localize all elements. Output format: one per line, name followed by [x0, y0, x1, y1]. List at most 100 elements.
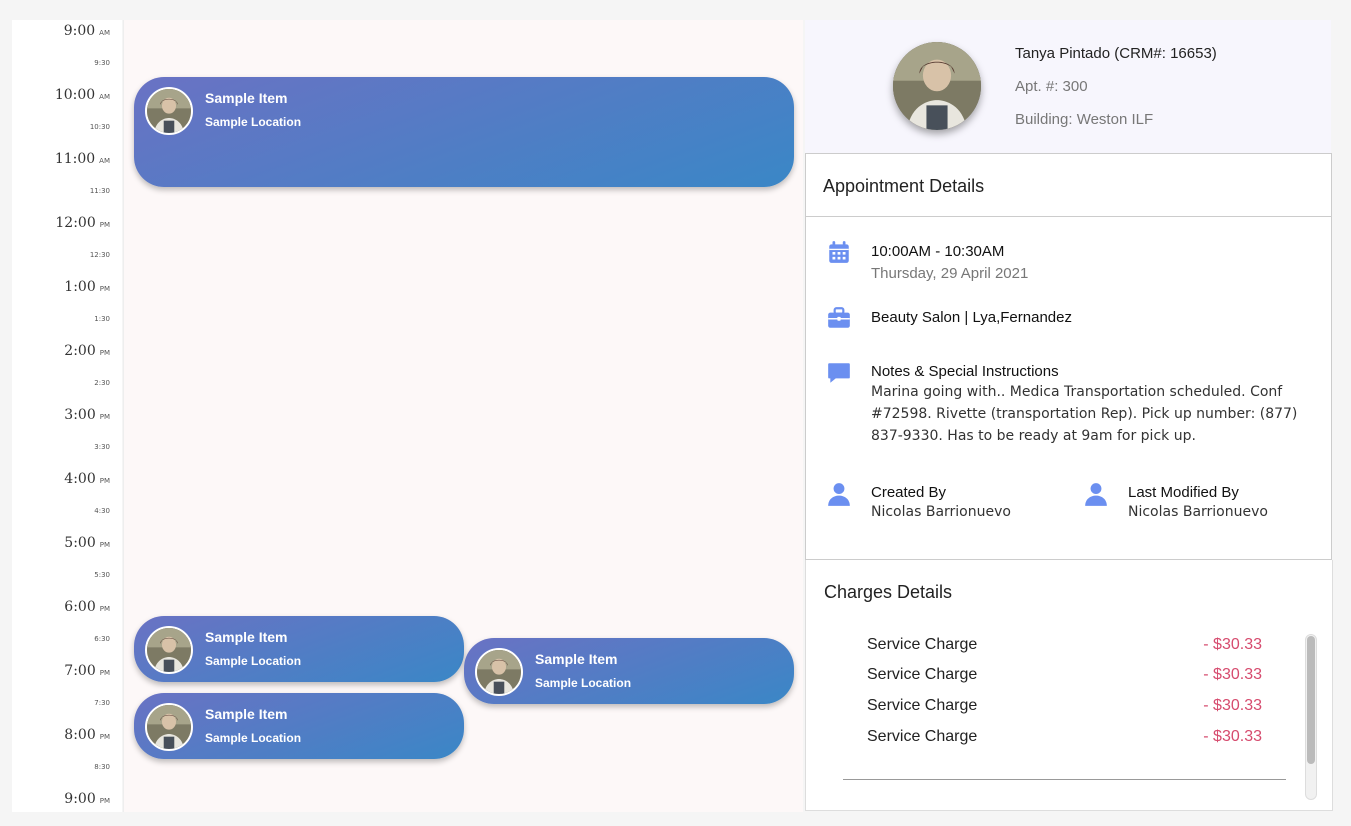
time-text: 9:00 — [64, 791, 96, 807]
time-text: 6:00 — [64, 599, 96, 615]
event-avatar — [145, 703, 193, 751]
event-location: Sample Location — [205, 115, 302, 129]
briefcase-icon — [826, 305, 852, 331]
time-text: 7:00 — [64, 663, 96, 679]
appointment-time: 10:00AM - 10:30AM — [871, 243, 1005, 260]
time-label-hour: 10:00 AM — [55, 87, 110, 103]
charge-label: Service Charge — [867, 666, 978, 683]
charge-amount: - $30.33 — [1203, 728, 1262, 745]
event-location: Sample Location — [205, 654, 302, 668]
time-label-hour: 2:00 PM — [64, 343, 110, 359]
scrollbar-thumb[interactable] — [1307, 636, 1315, 764]
time-label-half: 12:30 — [90, 251, 110, 259]
time-label-hour: 1:00 PM — [64, 279, 110, 295]
time-text: 5:30 — [94, 571, 110, 579]
time-text: 1:00 — [64, 279, 96, 295]
person-icon — [1083, 481, 1109, 507]
notes-label: Notes & Special Instructions — [871, 363, 1059, 380]
time-label-hour: 5:00 PM — [64, 535, 110, 551]
charge-amount: - $30.33 — [1203, 697, 1262, 714]
time-label-half: 7:30 — [94, 699, 110, 707]
time-meridiem: PM — [99, 797, 110, 805]
time-text: 8:30 — [94, 763, 110, 771]
calendar-event[interactable]: Sample Item Sample Location — [464, 638, 794, 704]
calendar-event[interactable]: Sample Item Sample Location — [134, 616, 464, 682]
appointment-date: Thursday, 29 April 2021 — [871, 265, 1029, 282]
created-by-name: Nicolas Barrionuevo — [871, 504, 1011, 520]
time-text: 4:30 — [94, 507, 110, 515]
event-avatar — [475, 648, 523, 696]
time-text: 4:00 — [64, 471, 96, 487]
time-text: 11:00 — [54, 151, 96, 167]
calendar-event[interactable]: Sample Item Sample Location — [134, 693, 464, 759]
time-meridiem: PM — [99, 541, 110, 549]
time-label-hour: 9:00 PM — [64, 791, 110, 807]
event-avatar — [145, 626, 193, 674]
charge-label: Service Charge — [867, 636, 978, 653]
charge-label: Service Charge — [867, 697, 978, 714]
event-title: Sample Item — [205, 629, 288, 645]
resident-name: Tanya Pintado (CRM#: 16653) — [1015, 45, 1217, 62]
charges-divider — [843, 779, 1286, 780]
time-meridiem: PM — [99, 349, 110, 357]
time-text: 9:30 — [94, 59, 110, 67]
charge-amount: - $30.33 — [1203, 636, 1262, 653]
time-meridiem: PM — [99, 733, 110, 741]
time-text: 8:00 — [64, 727, 96, 743]
charges-scrollbar[interactable] — [1305, 634, 1317, 800]
appointment-service: Beauty Salon | Lya,Fernandez — [871, 309, 1072, 326]
time-label-half: 4:30 — [94, 507, 110, 515]
time-meridiem: PM — [99, 285, 110, 293]
time-text: 10:30 — [89, 123, 110, 131]
person-icon — [826, 481, 852, 507]
time-meridiem: AM — [99, 157, 110, 165]
event-location: Sample Location — [535, 676, 632, 690]
time-meridiem: PM — [99, 221, 110, 229]
modified-by-label: Last Modified By — [1128, 484, 1239, 501]
time-label-half: 9:30 — [94, 59, 110, 67]
time-text: 6:30 — [94, 635, 110, 643]
event-location: Sample Location — [205, 731, 302, 745]
time-label-hour: 3:00 PM — [64, 407, 110, 423]
time-meridiem: AM — [99, 29, 110, 37]
time-column: 9:00 AM 9:30 10:00 AM 10:30 11:00 AM 11:30 12:00 P… — [12, 20, 122, 812]
time-label-half: 2:30 — [94, 379, 110, 387]
time-text: 11:30 — [89, 187, 110, 195]
event-title: Sample Item — [205, 90, 288, 106]
charges-title: Charges Details — [824, 582, 953, 602]
time-text: 3:30 — [94, 443, 110, 451]
time-label-hour: 8:00 PM — [64, 727, 110, 743]
time-label-hour: 12:00 PM — [55, 215, 110, 231]
time-text: 10:00 — [54, 87, 96, 103]
time-label-half: 8:30 — [94, 763, 110, 771]
time-text: 5:00 — [64, 535, 96, 551]
charge-label: Service Charge — [867, 728, 978, 745]
resident-building: Building: Weston ILF — [1015, 111, 1154, 128]
modified-by-name: Nicolas Barrionuevo — [1128, 504, 1268, 520]
time-text: 2:30 — [94, 379, 110, 387]
chat-bubble-icon — [826, 360, 852, 386]
resident-profile: Tanya Pintado (CRM#: 16653) Apt. #: 300 … — [805, 20, 1331, 153]
time-label-half: 1:30 — [94, 315, 110, 323]
time-label-hour: 9:00 AM — [64, 23, 110, 39]
time-label-half: 10:30 — [90, 123, 110, 131]
time-label-hour: 6:00 PM — [64, 599, 110, 615]
time-label-hour: 7:00 PM — [64, 663, 110, 679]
charge-amount: - $30.33 — [1203, 666, 1262, 683]
time-meridiem: AM — [99, 93, 110, 101]
appointment-details-header: Appointment Details — [806, 154, 1331, 217]
time-text: 3:00 — [64, 407, 96, 423]
calendar-event[interactable]: Sample Item Sample Location — [134, 77, 794, 187]
time-meridiem: PM — [99, 605, 110, 613]
calendar-icon — [826, 239, 852, 265]
resident-apartment: Apt. #: 300 — [1015, 78, 1088, 95]
calendar-grid: Sample Item Sample Location Sample Item … — [123, 20, 803, 812]
time-text: 2:00 — [64, 343, 96, 359]
time-label-hour: 11:00 AM — [55, 151, 110, 167]
appointment-details-card: Appointment Details 10:00AM - 10:30AM Th… — [805, 153, 1332, 560]
event-avatar — [145, 87, 193, 135]
event-title: Sample Item — [205, 706, 288, 722]
notes-text: Marina going with.. Medica Transportatio… — [871, 384, 1298, 444]
time-label-half: 5:30 — [94, 571, 110, 579]
time-label-half: 6:30 — [94, 635, 110, 643]
